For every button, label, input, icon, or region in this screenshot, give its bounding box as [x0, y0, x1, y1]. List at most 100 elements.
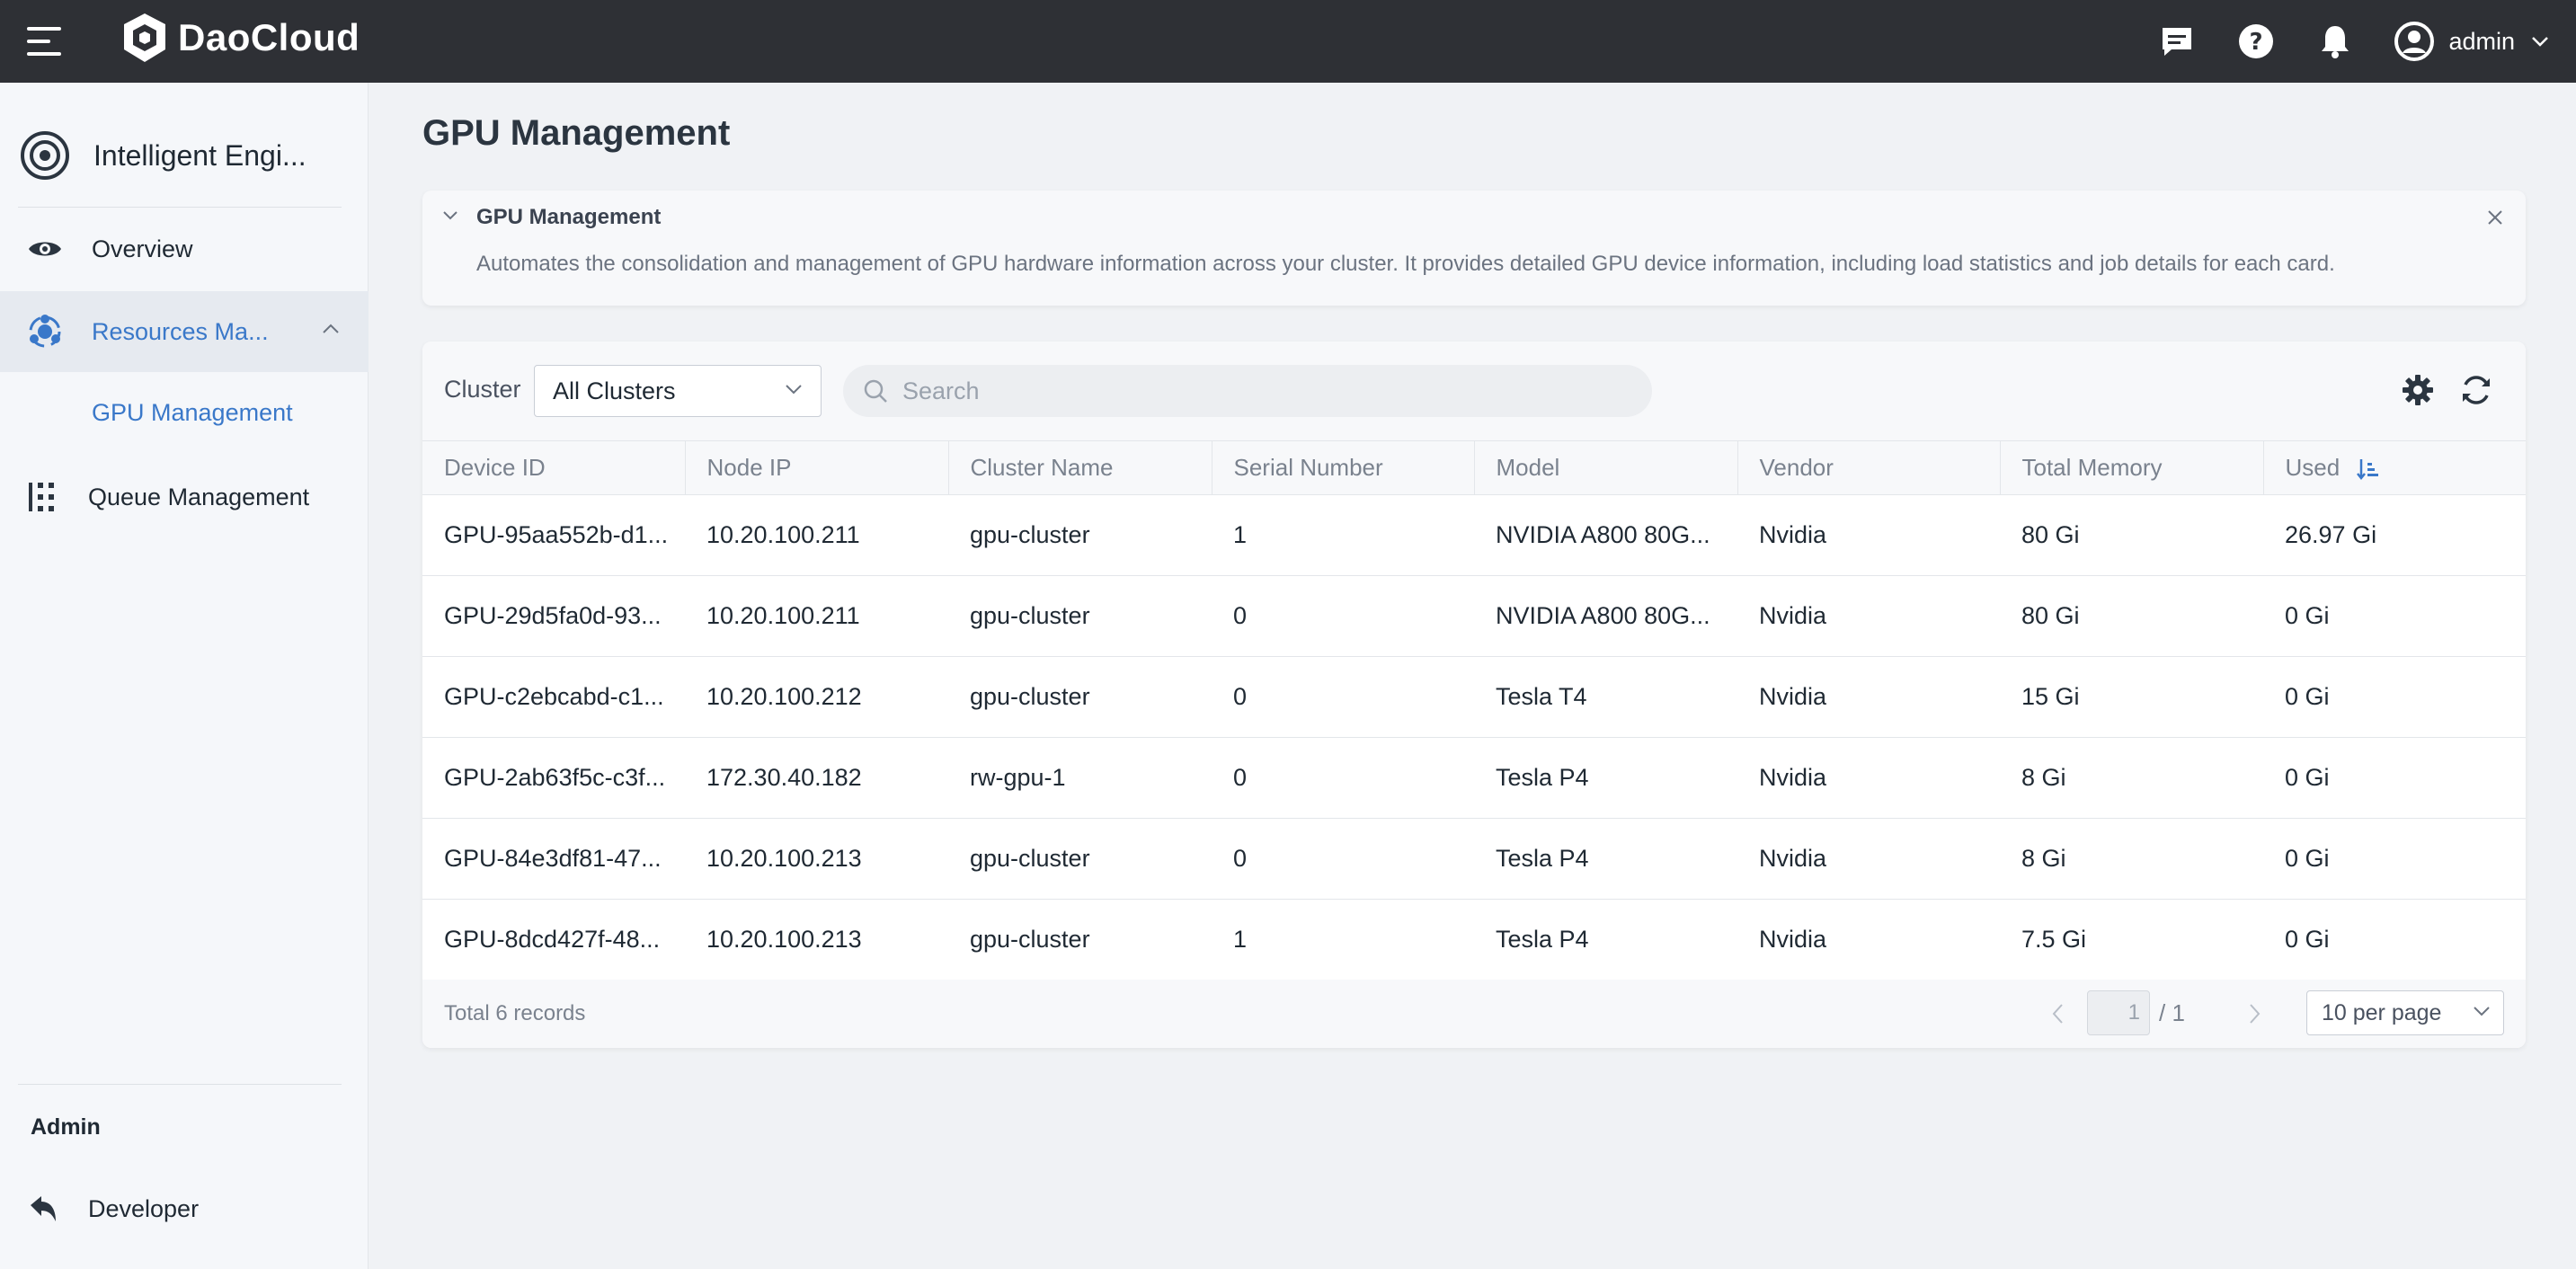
- table-row[interactable]: GPU-29d5fa0d-93... 10.20.100.211 gpu-clust…: [422, 575, 2526, 657]
- sort-icon[interactable]: [2356, 457, 2379, 481]
- cell-device-id: GPU-c2ebcabd-c1...: [422, 656, 685, 738]
- table-row[interactable]: GPU-95aa552b-d1... 10.20.100.211 gpu-clust…: [422, 494, 2526, 576]
- cell-total-memory: 15 Gi: [2000, 656, 2263, 738]
- cell-model: Tesla P4: [1474, 737, 1737, 819]
- cell-serial-number: 0: [1212, 818, 1474, 900]
- column-header-device-id[interactable]: Device ID: [422, 440, 686, 495]
- cell-cluster-name: gpu-cluster: [948, 494, 1212, 576]
- cell-model: Tesla P4: [1474, 899, 1737, 981]
- module-title[interactable]: Intelligent Engi...: [0, 117, 369, 194]
- cell-cluster-name: rw-gpu-1: [948, 737, 1212, 819]
- cell-used: 26.97 Gi: [2263, 494, 2526, 576]
- cell-node-ip: 10.20.100.213: [685, 899, 948, 981]
- logo[interactable]: DaoCloud: [120, 11, 360, 65]
- column-header-total-memory[interactable]: Total Memory: [2000, 440, 2264, 495]
- cell-model: NVIDIA A800 80G...: [1474, 575, 1737, 657]
- intelligent-engine-icon: [21, 131, 69, 180]
- info-description: Automates the consolidation and manageme…: [476, 252, 2335, 276]
- help-icon[interactable]: ?: [2236, 22, 2276, 61]
- cell-used: 0 Gi: [2263, 575, 2526, 657]
- info-title: GPU Management: [476, 205, 662, 229]
- cell-vendor: Nvidia: [1737, 656, 2000, 738]
- message-icon[interactable]: [2157, 22, 2197, 61]
- cell-cluster-name: gpu-cluster: [948, 656, 1212, 738]
- cell-device-id: GPU-29d5fa0d-93...: [422, 575, 685, 657]
- search-box[interactable]: [843, 365, 1652, 417]
- cell-used: 0 Gi: [2263, 818, 2526, 900]
- refresh-icon[interactable]: [2459, 374, 2493, 406]
- cell-used: 0 Gi: [2263, 737, 2526, 819]
- sidebar-item-gpu-management[interactable]: GPU Management: [92, 399, 293, 427]
- column-header-model[interactable]: Model: [1474, 440, 1738, 495]
- page-count: / 1: [2159, 999, 2185, 1026]
- cluster-select-value: All Clusters: [553, 377, 676, 404]
- bell-icon[interactable]: [2315, 22, 2355, 61]
- chevron-down-icon: [2532, 37, 2548, 47]
- sidebar: Intelligent Engi... Overview Resources M…: [0, 83, 369, 1269]
- cell-serial-number: 1: [1212, 494, 1474, 576]
- user-menu[interactable]: admin: [2394, 22, 2549, 61]
- column-header-used[interactable]: Used: [2263, 440, 2526, 495]
- info-banner: GPU Management Automates the consolidati…: [422, 191, 2526, 306]
- total-records: Total 6 records: [444, 1001, 586, 1025]
- cell-model: Tesla P4: [1474, 818, 1737, 900]
- sidebar-item-label: Resources Ma...: [92, 317, 269, 345]
- resources-icon: [29, 315, 61, 348]
- cell-total-memory: 7.5 Gi: [2000, 899, 2263, 981]
- table-row[interactable]: GPU-c2ebcabd-c1... 10.20.100.212 gpu-clust…: [422, 656, 2526, 738]
- table-header-row: Device ID Node IP Cluster Name Serial Nu…: [422, 440, 2526, 495]
- cell-serial-number: 0: [1212, 737, 1474, 819]
- search-input[interactable]: [902, 377, 1639, 405]
- table-row[interactable]: GPU-8dcd427f-48... 10.20.100.213 gpu-clust…: [422, 899, 2526, 981]
- cell-node-ip: 10.20.100.211: [685, 575, 948, 657]
- cell-device-id: GPU-8dcd427f-48...: [422, 899, 685, 981]
- sidebar-item-overview[interactable]: Overview: [0, 209, 369, 289]
- column-header-cluster-name[interactable]: Cluster Name: [948, 440, 1212, 495]
- close-icon[interactable]: [2486, 209, 2504, 226]
- cell-node-ip: 10.20.100.211: [685, 494, 948, 576]
- cell-vendor: Nvidia: [1737, 899, 2000, 981]
- menu-icon[interactable]: [27, 25, 63, 58]
- cell-cluster-name: gpu-cluster: [948, 899, 1212, 981]
- column-header-node-ip[interactable]: Node IP: [685, 440, 949, 495]
- cell-cluster-name: gpu-cluster: [948, 818, 1212, 900]
- cell-used: 0 Gi: [2263, 656, 2526, 738]
- page-title: GPU Management: [422, 113, 731, 153]
- cell-vendor: Nvidia: [1737, 818, 2000, 900]
- sidebar-item-queue-management[interactable]: Queue Management: [0, 457, 369, 537]
- column-header-vendor[interactable]: Vendor: [1737, 440, 2001, 495]
- cell-total-memory: 8 Gi: [2000, 818, 2263, 900]
- brand-name: DaoCloud: [178, 16, 360, 58]
- table-toolbar: Cluster All Clusters: [422, 342, 2526, 440]
- cell-used: 0 Gi: [2263, 899, 2526, 981]
- table-row[interactable]: GPU-2ab63f5c-c3f... 172.30.40.182 rw-gpu-1…: [422, 737, 2526, 819]
- eye-icon: [29, 242, 61, 256]
- settings-gear-icon[interactable]: [2402, 374, 2434, 406]
- chevron-down-icon: [2474, 1007, 2490, 1016]
- cell-device-id: GPU-95aa552b-d1...: [422, 494, 685, 576]
- cell-model: Tesla T4: [1474, 656, 1737, 738]
- cell-total-memory: 80 Gi: [2000, 494, 2263, 576]
- column-header-serial-number[interactable]: Serial Number: [1212, 440, 1475, 495]
- prev-page-icon[interactable]: [2051, 1003, 2064, 1025]
- cell-device-id: GPU-2ab63f5c-c3f...: [422, 737, 685, 819]
- sidebar-item-resources-management[interactable]: Resources Ma...: [0, 291, 369, 372]
- page-number-input[interactable]: [2087, 990, 2150, 1035]
- sidebar-item-label: Queue Management: [88, 483, 310, 510]
- sidebar-item-label: Overview: [92, 235, 193, 262]
- cell-device-id: GPU-84e3df81-47...: [422, 818, 685, 900]
- cluster-select[interactable]: All Clusters: [534, 365, 822, 417]
- sidebar-item-developer[interactable]: Developer: [0, 1168, 369, 1249]
- cell-node-ip: 10.20.100.213: [685, 818, 948, 900]
- cell-serial-number: 0: [1212, 575, 1474, 657]
- user-name: admin: [2448, 27, 2515, 55]
- per-page-select[interactable]: 10 per page: [2306, 990, 2504, 1035]
- table-row[interactable]: GPU-84e3df81-47... 10.20.100.213 gpu-clust…: [422, 818, 2526, 900]
- next-page-icon[interactable]: [2249, 1003, 2261, 1025]
- collapse-chevron-icon[interactable]: [442, 210, 458, 221]
- top-bar: DaoCloud ? admin: [0, 0, 2576, 83]
- admin-section-label: Admin: [31, 1114, 101, 1140]
- chevron-up-icon: [323, 324, 339, 333]
- module-name: Intelligent Engi...: [93, 138, 306, 172]
- developer-icon: [31, 1196, 56, 1221]
